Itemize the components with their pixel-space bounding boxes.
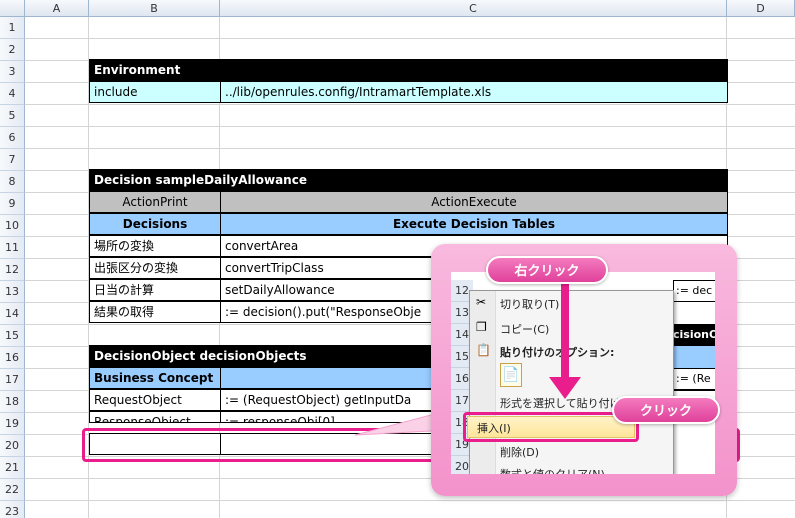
menu-item-cut[interactable]: 切り取り(T) [500, 296, 559, 312]
row-header[interactable]: 14 [0, 303, 25, 325]
row-header[interactable]: 19 [0, 413, 25, 435]
down-arrow-shaft [561, 284, 569, 379]
mini-cell: := (Re [673, 368, 715, 390]
environment-header[interactable]: Environment [89, 59, 728, 81]
down-arrow-icon [549, 377, 581, 399]
row-header[interactable]: 13 [0, 281, 25, 303]
row-header[interactable]: 22 [0, 479, 25, 501]
row-header[interactable]: 17 [0, 369, 25, 391]
row-header[interactable]: 10 [0, 215, 25, 237]
row-header[interactable]: 11 [0, 237, 25, 259]
decision-row-name[interactable]: 結果の取得 [89, 301, 221, 323]
menu-paste-options-label: 貼り付けのオプション: [500, 346, 615, 359]
copy-icon: ❐ [476, 320, 487, 334]
row-header[interactable]: 7 [0, 149, 25, 171]
column-header-c[interactable]: C [220, 0, 727, 17]
decision-object-name[interactable]: ResponseObject [89, 411, 221, 423]
environment-value-cell[interactable]: ../lib/openrules.config/IntramartTemplat… [220, 81, 728, 103]
select-all-corner[interactable] [0, 0, 25, 17]
decision-row-name[interactable]: 出張区分の変換 [89, 257, 221, 279]
row-header[interactable]: 3 [0, 61, 25, 83]
clipboard-icon: 📋 [476, 343, 491, 357]
menu-item-clear[interactable]: 数式と値のクリア(N) [500, 466, 605, 474]
row-header[interactable]: 4 [0, 83, 25, 105]
row-header[interactable]: 23 [0, 501, 25, 518]
column-header-b[interactable]: B [89, 0, 220, 17]
decision-col1-type[interactable]: ActionPrint [89, 191, 221, 213]
click-label: クリック [612, 396, 720, 424]
decision-row-name[interactable]: 日当の計算 [89, 279, 221, 301]
menu-item-delete[interactable]: 削除(D) [500, 444, 539, 460]
environment-key-cell[interactable]: include [89, 81, 221, 103]
mini-cell: := dec [673, 280, 715, 302]
mini-cell: cisionO [673, 324, 715, 346]
row-header[interactable]: 5 [0, 105, 25, 127]
row-header[interactable]: 21 [0, 457, 25, 479]
row-header[interactable]: 18 [0, 391, 25, 413]
decision-row-name[interactable]: 場所の変換 [89, 235, 221, 257]
scissors-icon: ✂ [476, 295, 487, 309]
menu-item-copy[interactable]: コピー(C) [500, 321, 549, 337]
row-header[interactable]: 12 [0, 259, 25, 281]
row-header[interactable]: 1 [0, 17, 25, 39]
decision-col1-title[interactable]: Decisions [89, 213, 221, 235]
decision-object-name[interactable]: RequestObject [89, 389, 221, 411]
row-header[interactable]: 15 [0, 325, 25, 347]
column-header-a[interactable]: A [25, 0, 89, 17]
mini-cell-blue [673, 346, 715, 368]
column-header-d[interactable]: D [727, 0, 795, 17]
decision-col2-type[interactable]: ActionExecute [220, 191, 728, 213]
paste-icon[interactable]: 📄 [500, 363, 522, 387]
callout-zoom-panel: 12 13 14 15 16 17 18 19 20 := dec cisionO := (Re… [451, 272, 715, 474]
row-header[interactable]: 6 [0, 127, 25, 149]
decision-col2-title[interactable]: Execute Decision Tables [220, 213, 728, 235]
row-header[interactable]: 9 [0, 193, 25, 215]
row-header[interactable]: 16 [0, 347, 25, 369]
right-click-label: 右クリック [486, 256, 608, 284]
row-header[interactable]: 8 [0, 171, 25, 193]
decision-header[interactable]: Decision sampleDailyAllowance [89, 169, 728, 191]
row-header[interactable]: 2 [0, 39, 25, 61]
insert-highlight-box [463, 412, 639, 442]
decision-objects-col1-title[interactable]: Business Concept [89, 367, 221, 389]
row-header[interactable]: 20 [0, 435, 25, 457]
